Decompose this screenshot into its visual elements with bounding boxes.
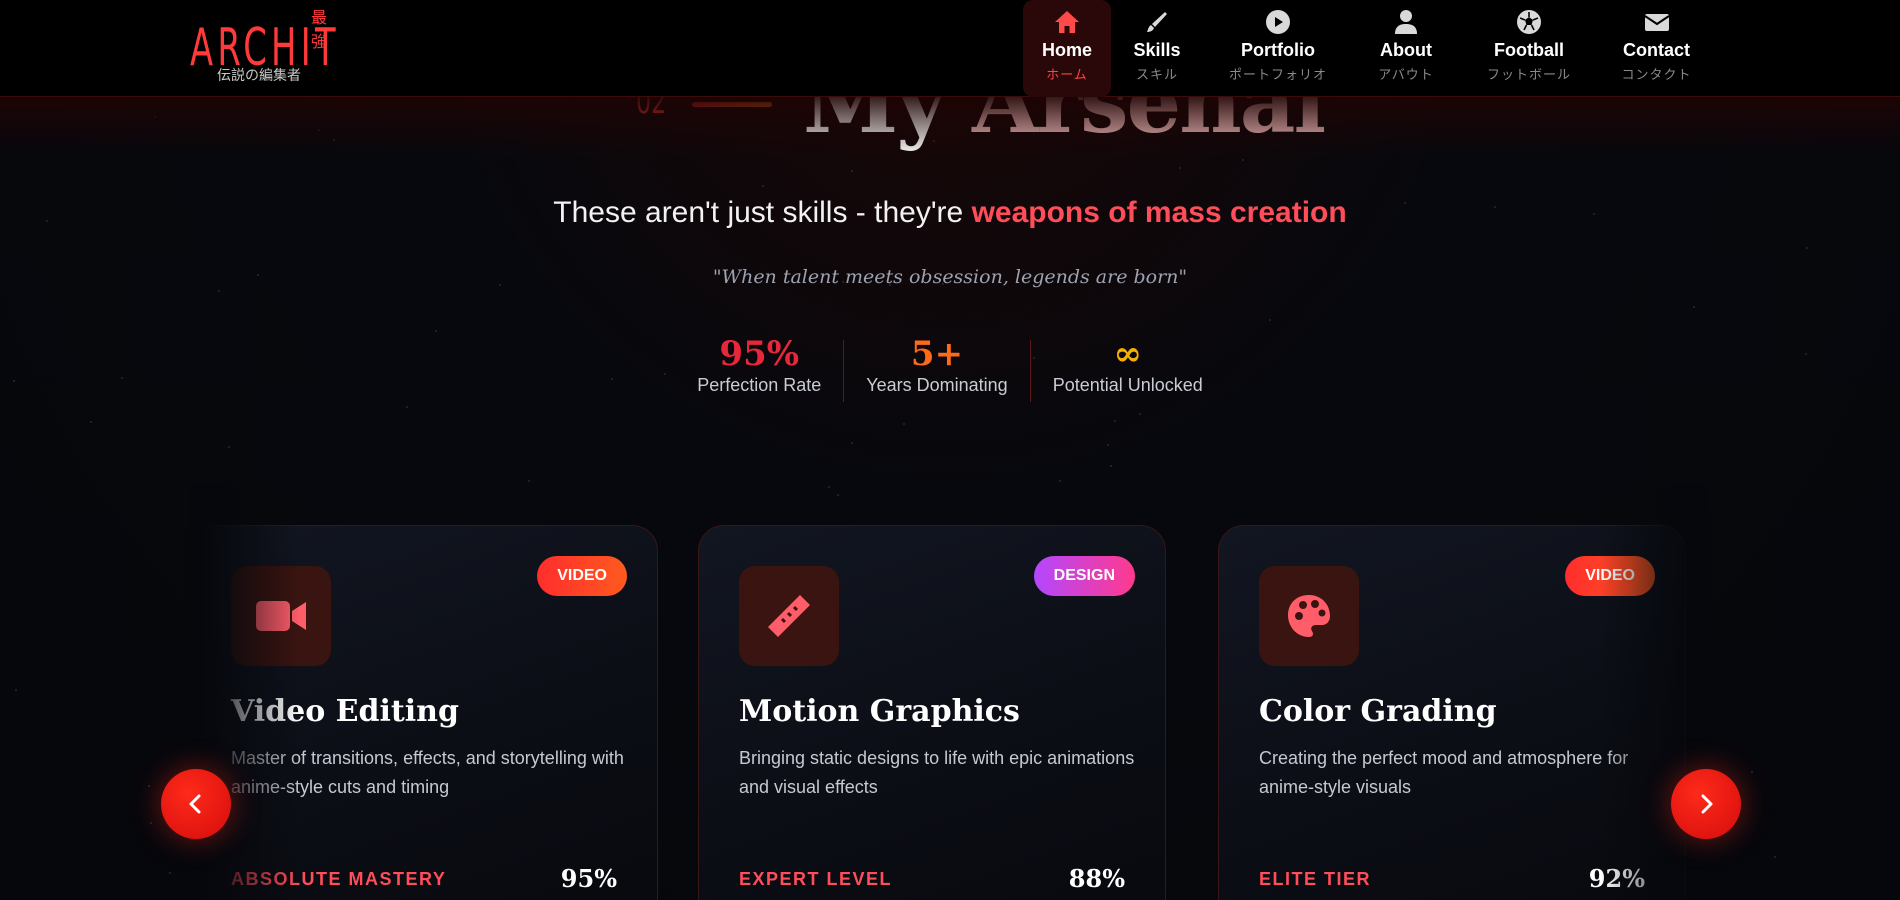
skill-badge: DESIGN [1033,556,1135,596]
stat-perfection: 95% Perfection Rate [675,334,843,402]
user-icon [1392,8,1420,36]
stat-potential: ∞ Potential Unlocked [1031,334,1225,402]
nav-label-portfolio: Portfolio [1241,40,1315,60]
stat-label: Years Dominating [866,375,1008,396]
skill-level: ELITE TIER [1259,869,1372,889]
nav-label-home: Home [1041,40,1092,60]
nav-item-contact[interactable]: Contact コンタクト [1599,0,1714,97]
nav-item-football[interactable]: Football フットボール [1459,0,1599,97]
skill-card-motion-graphics[interactable]: DESIGN Motion Graphics Bringing static d… [698,525,1166,900]
logo[interactable]: ARCHIT 最強 伝説の編集者 [190,8,340,90]
nav-label-contact: Contact [1623,40,1690,60]
logo-subtitle: 伝説の編集者 [217,68,301,84]
nav-label-about: About [1380,40,1432,60]
skill-percent: 88% [1068,864,1125,893]
envelope-icon [1643,8,1671,36]
palette-icon [1259,566,1359,666]
stat-label: Potential Unlocked [1052,375,1203,396]
ruler-pen-icon [739,566,839,666]
nav-item-portfolio[interactable]: Portfolio ポートフォリオ [1203,0,1353,97]
nav-jp-about: アバウト [1378,68,1434,83]
nav-item-about[interactable]: About アバウト [1353,0,1459,97]
carousel-prev-button[interactable] [161,769,231,839]
section-subtitle: These aren't just skills - they're weapo… [0,196,1900,230]
skill-title: Color Grading [1259,694,1497,729]
stats-row: 95% Perfection Rate 5+ Years Dominating … [0,334,1900,402]
stat-value: 5+ [910,334,964,374]
football-icon [1515,8,1543,36]
nav-label-skills: Skills [1133,40,1181,60]
stat-years: 5+ Years Dominating [844,334,1029,402]
chevron-right-icon [1701,794,1713,814]
home-icon [1053,8,1081,36]
nav-jp-contact: コンタクト [1621,68,1692,83]
nav-label-football: Football [1494,40,1564,60]
skills-carousel: VIDEO Video Editing Master of transition… [190,485,1710,900]
nav-menu: Home ホーム Skills スキル Portfolio ポートフォリオ Ab… [1023,0,1714,97]
stat-label: Perfection Rate [697,375,822,396]
carousel-next-button[interactable] [1671,769,1741,839]
nav-jp-skills: スキル [1135,68,1178,83]
section-accent-line [692,102,772,107]
nav-jp-home: ホーム [1046,68,1088,83]
subtitle-highlight: weapons of mass creation [971,196,1347,229]
stat-value: ∞ [1113,334,1142,374]
stat-value: 95% [719,334,800,374]
subtitle-plain: These aren't just skills - they're [553,196,972,229]
skill-level: EXPERT LEVEL [739,869,893,889]
skill-percent: 95% [560,864,617,893]
top-nav: ARCHIT 最強 伝説の編集者 Home ホーム Skills スキル Por… [0,0,1900,97]
brush-icon [1143,8,1171,36]
carousel-fade-left [190,485,300,900]
section-quote: "When talent meets obsession, legends ar… [712,266,1188,288]
carousel-fade-right [1600,485,1710,900]
nav-item-skills[interactable]: Skills スキル [1111,0,1203,97]
nav-jp-portfolio: ポートフォリオ [1228,68,1327,83]
chevron-left-icon [189,794,201,814]
nav-item-home[interactable]: Home ホーム [1023,0,1111,97]
skill-title: Motion Graphics [739,694,1020,729]
skill-description: Bringing static designs to life with epi… [739,748,1135,797]
play-circle-icon [1264,8,1292,36]
nav-jp-football: フットボール [1486,68,1571,83]
logo-superscript: 最強 [311,8,328,51]
skill-badge: VIDEO [537,556,627,596]
